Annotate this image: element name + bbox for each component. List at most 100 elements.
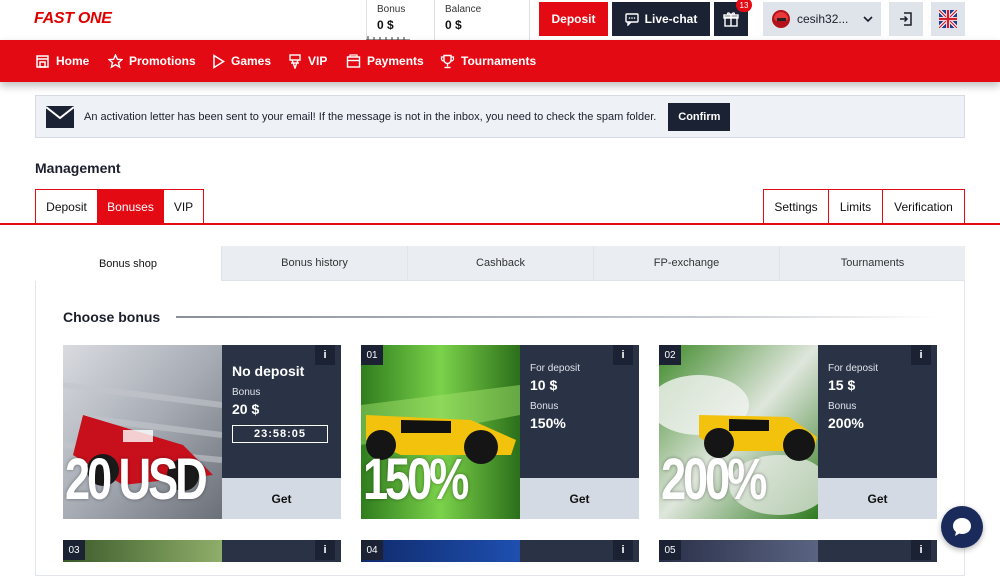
- subtab-tournaments[interactable]: Tournaments: [779, 246, 965, 281]
- confirm-button[interactable]: Confirm: [668, 102, 731, 131]
- bonus-label: Bonus: [828, 401, 857, 412]
- wallet-icon: [346, 53, 361, 68]
- home-icon: [36, 54, 49, 68]
- tab-deposit[interactable]: Deposit: [35, 189, 98, 224]
- card-image: [63, 540, 222, 562]
- nav-promotions-label: Promotions: [129, 54, 196, 68]
- nav-item-payments[interactable]: Payments: [346, 40, 424, 82]
- chat-icon: [624, 12, 639, 26]
- live-chat-button[interactable]: Live-chat: [612, 2, 710, 36]
- page-title: Management: [35, 160, 121, 176]
- subtab-fp-exchange[interactable]: FP-exchange: [593, 246, 779, 281]
- subtab-bonus-history[interactable]: Bonus history: [221, 246, 407, 281]
- nav-games-label: Games: [231, 54, 272, 68]
- logout-button[interactable]: [889, 2, 923, 36]
- tabs-underline: [0, 223, 1000, 225]
- nav-item-tournaments[interactable]: Tournaments: [440, 40, 536, 82]
- chat-widget-button[interactable]: [941, 506, 983, 548]
- management-tabs-right: Settings Limits Verification: [763, 189, 965, 224]
- main-navigation: Home Promotions Games VIP Payments Tourn…: [0, 40, 1000, 82]
- nav-vip-label: VIP: [308, 54, 328, 68]
- nav-item-vip[interactable]: VIP: [288, 40, 327, 82]
- language-button[interactable]: [931, 2, 965, 36]
- star-icon: [108, 53, 123, 69]
- balance-value: 0 $: [445, 18, 462, 32]
- gift-icon: [723, 12, 739, 27]
- nav-item-home[interactable]: Home: [35, 40, 89, 82]
- section-title: Choose bonus: [63, 309, 161, 325]
- bonus-card: 04 i: [361, 540, 639, 562]
- bonus-card: 01 150% For deposit 10 $ Bonus 150% i Ge…: [361, 345, 639, 519]
- deposit-value: 15 $: [828, 377, 856, 393]
- card-title: No deposit: [232, 363, 305, 379]
- nav-home-label: Home: [56, 54, 90, 68]
- subtab-bonus-shop[interactable]: Bonus shop: [35, 246, 221, 281]
- uk-flag-icon: [939, 10, 957, 28]
- card-number: 02: [659, 345, 681, 365]
- management-tabs-left: Deposit Bonuses VIP: [35, 189, 204, 224]
- activation-alert: An activation letter has been sent to yo…: [35, 95, 965, 138]
- balance-wallet[interactable]: Balance 0 $: [434, 0, 530, 40]
- card-number: 04: [361, 540, 383, 560]
- username: cesih32...: [797, 12, 849, 26]
- nav-item-games[interactable]: Games: [212, 40, 271, 82]
- section-divider: [176, 316, 936, 318]
- info-button[interactable]: i: [613, 345, 633, 365]
- bonus-label: Bonus: [232, 387, 261, 398]
- card-image: [361, 540, 520, 562]
- vip-icon: [289, 53, 301, 69]
- info-button[interactable]: i: [315, 540, 335, 560]
- info-button[interactable]: i: [613, 540, 633, 560]
- card-number: 05: [659, 540, 681, 560]
- logout-icon: [900, 12, 912, 26]
- bonus-card: 05 i: [659, 540, 937, 562]
- bonus-value: 150%: [530, 415, 566, 431]
- card-image-text: 20 USD: [65, 447, 208, 512]
- bonus-value: 200%: [828, 415, 864, 431]
- tab-limits[interactable]: Limits: [829, 189, 883, 224]
- gift-count-badge: 13: [736, 0, 752, 12]
- card-image: [659, 540, 818, 562]
- card-number: 03: [63, 540, 85, 560]
- bonus-wallet-value: 0 $: [377, 18, 394, 32]
- deposit-button[interactable]: Deposit: [539, 2, 608, 36]
- tab-bonuses[interactable]: Bonuses: [98, 189, 164, 224]
- get-button[interactable]: Get: [818, 478, 937, 519]
- bonus-label: Bonus: [530, 401, 559, 412]
- bonus-card: 02 200% For deposit 15 $ Bonus 200% i Ge…: [659, 345, 937, 519]
- top-bar: FAST ONE Bonus 0 $ Balance 0 $ Deposit L…: [0, 0, 1000, 40]
- card-image-text: 200%: [661, 447, 767, 512]
- countdown-timer: 23:58:05: [232, 425, 328, 443]
- logo[interactable]: FAST ONE: [34, 10, 112, 28]
- bonus-value: 20 $: [232, 401, 260, 417]
- chat-bubble-icon: [953, 518, 971, 536]
- bonus-card: 20 USD No deposit Bonus 20 $ 23:58:05 i …: [63, 345, 341, 519]
- chevron-down-icon: [863, 16, 873, 22]
- envelope-icon: [46, 105, 74, 128]
- play-icon: [213, 53, 225, 69]
- bonus-subtabs: Bonus shop Bonus history Cashback FP-exc…: [35, 246, 965, 281]
- live-chat-label: Live-chat: [644, 12, 698, 26]
- balance-label: Balance: [445, 4, 482, 15]
- info-button[interactable]: i: [911, 345, 931, 365]
- nav-tournaments-label: Tournaments: [461, 54, 537, 68]
- card-number: 01: [361, 345, 383, 365]
- alert-text: An activation letter has been sent to yo…: [84, 110, 657, 123]
- get-button[interactable]: Get: [520, 478, 639, 519]
- nav-item-promotions[interactable]: Promotions: [108, 40, 196, 82]
- info-button[interactable]: i: [911, 540, 931, 560]
- get-button[interactable]: Get: [222, 478, 341, 519]
- avatar: [772, 10, 790, 28]
- trophy-icon: [440, 54, 455, 68]
- subtab-cashback[interactable]: Cashback: [407, 246, 593, 281]
- nav-payments-label: Payments: [367, 54, 424, 68]
- info-button[interactable]: i: [315, 345, 335, 365]
- tab-settings[interactable]: Settings: [763, 189, 829, 224]
- user-menu[interactable]: cesih32...: [763, 2, 881, 36]
- tab-vip[interactable]: VIP: [164, 189, 204, 224]
- deposit-value: 10 $: [530, 377, 558, 393]
- bonus-card: 03 i: [63, 540, 341, 562]
- card-image-text: 150%: [363, 447, 469, 512]
- bonus-wallet-label: Bonus: [377, 4, 406, 15]
- tab-verification[interactable]: Verification: [883, 189, 965, 224]
